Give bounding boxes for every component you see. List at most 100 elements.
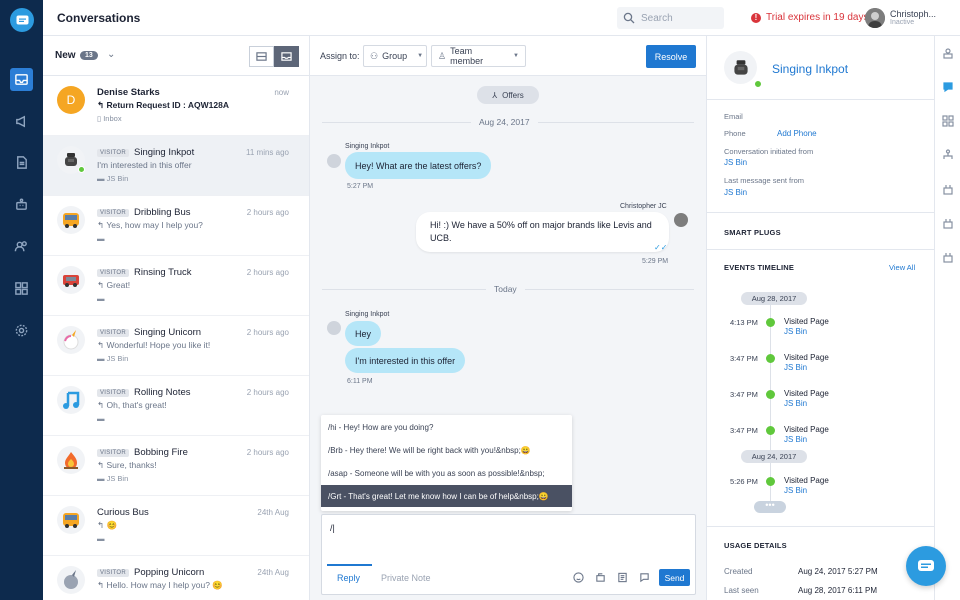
settings-gear-icon[interactable] bbox=[10, 319, 33, 342]
attachment-icon[interactable] bbox=[589, 572, 611, 583]
compact-view-button[interactable] bbox=[249, 46, 274, 67]
last-message: ↰ Hello. How may I help you? 😊 bbox=[97, 580, 223, 590]
inbox-nav-icon[interactable] bbox=[10, 68, 33, 91]
list-item[interactable]: VISITOR Bobbing Fire 2 hours ago ↰ Sure, … bbox=[43, 436, 309, 496]
load-more-button[interactable]: ••• bbox=[754, 501, 786, 513]
resolve-button[interactable]: Resolve bbox=[646, 45, 696, 68]
list-item[interactable]: VISITOR Rinsing Truck 2 hours ago ↰ Great… bbox=[43, 256, 309, 316]
email-label: Email bbox=[724, 112, 743, 121]
message-bubble: Hey! What are the latest offers? bbox=[345, 152, 492, 179]
source: ▬ JS Bin bbox=[97, 474, 129, 483]
message-time: 6:11 PM bbox=[347, 378, 373, 385]
last-message: ↰ Oh, that's great! bbox=[97, 400, 167, 410]
last-message-value[interactable]: JS Bin bbox=[724, 188, 747, 197]
last-message: ↰ Yes, how may I help you? bbox=[97, 220, 203, 230]
chat-panel: Assign to: ⚇ Group ▼ ♙ Team member ▼ Resolve… bbox=[310, 36, 706, 600]
event-dot-icon bbox=[766, 354, 775, 363]
list-item[interactable]: VISITOR Singing Inkpot 11 mins ago I'm in… bbox=[43, 136, 309, 196]
group-dropdown[interactable]: ⚇ Group ▼ bbox=[363, 45, 427, 67]
contact-name: Denise Starks bbox=[97, 87, 160, 98]
last-seen-value: Aug 28, 2017 6:11 PM bbox=[798, 586, 878, 595]
agent-avatar bbox=[674, 213, 688, 227]
grid-icon[interactable] bbox=[941, 114, 955, 128]
campaigns-nav-icon[interactable] bbox=[10, 110, 33, 133]
profile-name[interactable]: Singing Inkpot bbox=[772, 62, 848, 76]
source: ▬ bbox=[97, 414, 105, 423]
tab-private-note[interactable]: Private Note bbox=[381, 573, 431, 583]
phone-label: Phone bbox=[724, 129, 746, 138]
list-item[interactable]: D Denise Starks now ↰ Return Request ID … bbox=[43, 76, 309, 136]
events-timeline-heading: EVENTS TIMELINE bbox=[724, 263, 795, 272]
filter-label[interactable]: New bbox=[55, 50, 76, 61]
timeline-event: 3:47 PM Visited Page JS Bin bbox=[730, 353, 829, 372]
unicorn-avatar bbox=[57, 326, 85, 354]
offers-button[interactable]: ⅄ Offers bbox=[477, 86, 539, 104]
emoji-icon[interactable] bbox=[567, 572, 589, 583]
created-value: Aug 24, 2017 5:27 PM bbox=[798, 567, 878, 576]
integrations-nav-icon[interactable] bbox=[10, 277, 33, 300]
contact-name: VISITOR Popping Unicorn bbox=[97, 567, 204, 578]
sender-name: Singing Inkpot bbox=[345, 311, 390, 318]
event-dot-icon bbox=[766, 426, 775, 435]
bus-avatar bbox=[57, 506, 85, 534]
user-name[interactable]: Christoph... bbox=[890, 9, 936, 19]
timeline-event: 3:47 PM Visited Page JS Bin bbox=[730, 425, 829, 444]
assign-label: Assign to: bbox=[320, 51, 360, 61]
tab-reply[interactable]: Reply bbox=[326, 564, 373, 583]
message-bubble: I'm interested in this offer bbox=[345, 348, 466, 373]
conversation-icon[interactable] bbox=[941, 80, 955, 94]
initiated-value[interactable]: JS Bin bbox=[724, 158, 747, 167]
contacts-nav-icon[interactable] bbox=[10, 235, 33, 258]
trial-banner[interactable]: ! Trial expires in 19 days bbox=[751, 12, 868, 23]
search-input[interactable]: Search bbox=[617, 7, 724, 29]
divider bbox=[707, 249, 934, 250]
articles-nav-icon[interactable] bbox=[10, 151, 33, 174]
inbox-view-button[interactable] bbox=[274, 46, 299, 67]
message-composer[interactable]: /| Reply Private Note Send bbox=[321, 514, 696, 595]
app-logo-icon[interactable] bbox=[10, 8, 34, 32]
plugin-icon[interactable] bbox=[941, 250, 955, 264]
message-time: 5:29 PM bbox=[642, 258, 669, 265]
message-bubble: Hey bbox=[345, 321, 382, 346]
canned-response-item[interactable]: /asap - Someone will be with you as soon… bbox=[321, 462, 572, 484]
source: ▬ bbox=[97, 294, 105, 303]
list-item[interactable]: VISITOR Popping Unicorn 24th Aug ↰ Hello.… bbox=[43, 556, 309, 600]
visitor-avatar bbox=[327, 154, 341, 168]
plugin-icon[interactable] bbox=[941, 182, 955, 196]
canned-icon[interactable] bbox=[633, 572, 655, 583]
canned-response-item[interactable]: /hi - Hey! How are you doing? bbox=[321, 416, 572, 438]
timestamp: now bbox=[274, 88, 289, 97]
hierarchy-icon[interactable] bbox=[941, 148, 955, 162]
canned-response-item-selected[interactable]: /Grt - That's great! Let me know how I c… bbox=[321, 485, 572, 507]
contact-name: VISITOR Bobbing Fire bbox=[97, 447, 188, 458]
timeline-event: 3:47 PM Visited Page JS Bin bbox=[730, 389, 829, 408]
list-item[interactable]: Curious Bus 24th Aug ↰ 😊 ▬ bbox=[43, 496, 309, 556]
view-all-link[interactable]: View All bbox=[889, 263, 915, 272]
bots-nav-icon[interactable] bbox=[10, 193, 33, 216]
list-item[interactable]: VISITOR Singing Unicorn 2 hours ago ↰ Won… bbox=[43, 316, 309, 376]
last-message: ↰ Great! bbox=[97, 280, 131, 290]
article-icon[interactable] bbox=[611, 572, 633, 583]
last-message-label: Last message sent from bbox=[724, 176, 805, 185]
last-message: ↰ Sure, thanks! bbox=[97, 460, 157, 470]
smart-plugs-heading[interactable]: SMART PLUGS bbox=[724, 228, 781, 237]
team-member-dropdown[interactable]: ♙ Team member ▼ bbox=[431, 45, 526, 67]
composer-input[interactable]: /| bbox=[330, 523, 335, 533]
add-phone-link[interactable]: Add Phone bbox=[777, 129, 817, 138]
send-button[interactable]: Send bbox=[659, 569, 690, 586]
chevron-down-icon[interactable]: ⌄ bbox=[107, 49, 115, 60]
timestamp: 2 hours ago bbox=[246, 268, 289, 277]
canned-response-item[interactable]: /Brb - Hey there! We will be right back … bbox=[321, 439, 572, 461]
timestamp: 2 hours ago bbox=[246, 208, 289, 217]
list-item[interactable]: VISITOR Rolling Notes 2 hours ago ↰ Oh, t… bbox=[43, 376, 309, 436]
contact-info-icon[interactable] bbox=[941, 46, 955, 60]
event-dot-icon bbox=[766, 390, 775, 399]
plugin-icon[interactable] bbox=[941, 216, 955, 230]
online-indicator bbox=[754, 80, 762, 88]
chat-launcher-button[interactable] bbox=[906, 546, 946, 586]
timestamp: 24th Aug bbox=[257, 508, 289, 517]
user-avatar[interactable] bbox=[865, 8, 885, 28]
person-icon: ♙ bbox=[438, 50, 447, 61]
page-title: Conversations bbox=[57, 11, 141, 25]
list-item[interactable]: VISITOR Dribbling Bus 2 hours ago ↰ Yes, … bbox=[43, 196, 309, 256]
